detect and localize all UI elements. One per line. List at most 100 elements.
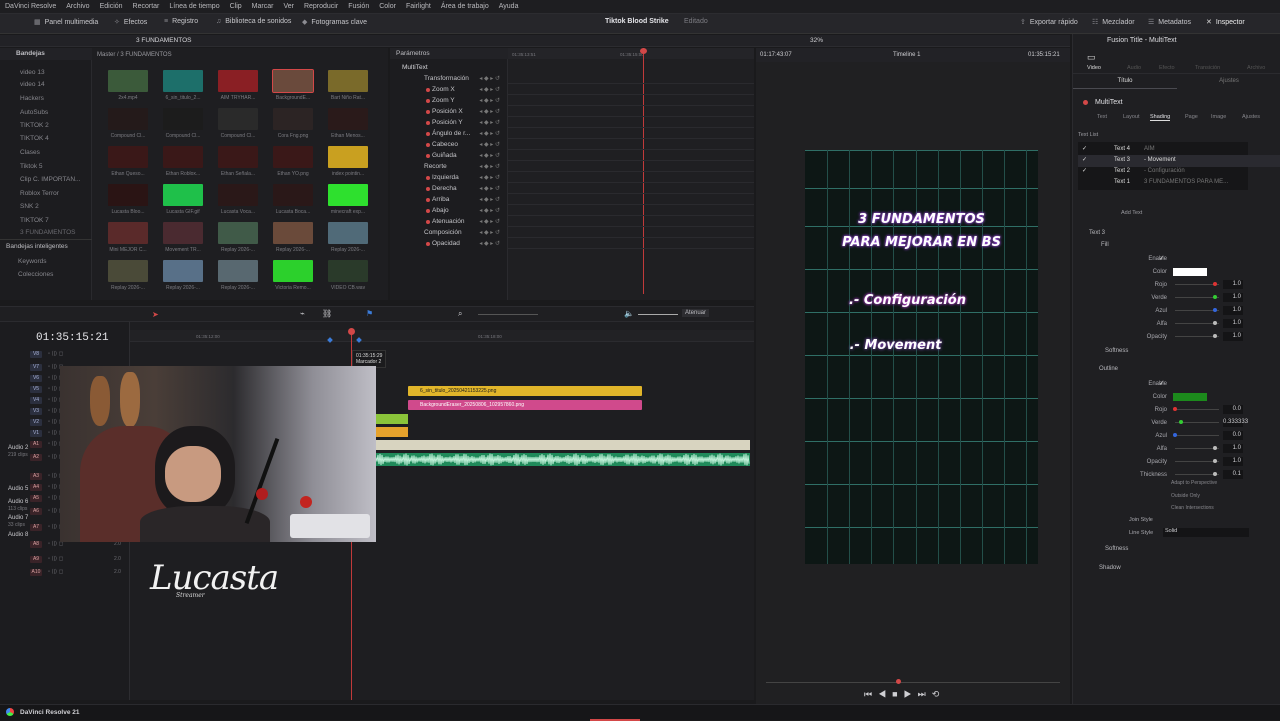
index-button[interactable]: ≡ Registro xyxy=(164,18,198,25)
scrubber-handle[interactable] xyxy=(896,679,901,684)
subtab-settings[interactable]: Ajustes xyxy=(1177,78,1280,89)
playhead-handle[interactable] xyxy=(640,48,647,54)
tab-page[interactable]: Page xyxy=(1185,114,1198,120)
param-keyframe-controls[interactable]: ◂ ◆ ▸ ↺ xyxy=(479,108,500,115)
slider-knob[interactable] xyxy=(1173,407,1177,411)
param-value[interactable]: 1.0 xyxy=(1223,280,1243,289)
param-slider[interactable] xyxy=(1175,409,1219,410)
track-controls[interactable]: ▫ ⟨|⟩ ◻ xyxy=(48,351,63,357)
menu-item[interactable]: Línea de tiempo xyxy=(164,3,224,10)
timeline-timecode[interactable]: 01:35:15:21 xyxy=(36,332,109,344)
smart-bin-item[interactable]: Colecciones xyxy=(18,271,53,278)
menu-item[interactable]: Recortar xyxy=(128,3,165,10)
param-row[interactable]: Cabeceo ◂ ◆ ▸ ↺ xyxy=(390,139,508,150)
media-thumbnail[interactable] xyxy=(218,70,258,92)
smart-bins-header[interactable]: Bandejas inteligentes xyxy=(6,243,68,250)
track-volume[interactable]: 2.0 xyxy=(114,569,121,575)
param-keyframe-controls[interactable]: ◂ ◆ ▸ ↺ xyxy=(479,97,500,104)
checkbox[interactable]: ✓ xyxy=(1159,255,1164,262)
menu-item[interactable]: Área de trabajo xyxy=(436,3,494,10)
track-header[interactable]: V8 ▫ ⟨|⟩ ◻ xyxy=(0,351,130,362)
stop-icon[interactable]: ■ xyxy=(892,689,903,699)
param-keyframe-dot[interactable] xyxy=(426,143,430,147)
param-value[interactable]: 1.0 xyxy=(1223,444,1243,453)
track-header[interactable]: A8 Audio 8 ▫ ⟨|⟩ ◻ 2.0 xyxy=(0,532,130,552)
param-keyframe-controls[interactable]: ◂ ◆ ▸ ↺ xyxy=(479,218,500,225)
param-row[interactable]: Transformación ◂ ◆ ▸ ↺ xyxy=(390,73,508,84)
param-value[interactable]: 1.0 xyxy=(1223,293,1243,302)
param-row[interactable]: Zoom Y ◂ ◆ ▸ ↺ xyxy=(390,95,508,106)
inspector-param-row[interactable]: Enable ✓ xyxy=(1073,254,1280,266)
tab-effect[interactable]: Efecto xyxy=(1159,65,1175,71)
tab-settings[interactable]: Ajustes xyxy=(1242,114,1260,120)
keyframes-button[interactable]: ◆ Fotogramas clave xyxy=(302,18,367,26)
fill-section[interactable]: Fill xyxy=(1101,242,1109,248)
media-thumbnail[interactable] xyxy=(328,70,368,92)
bin-item[interactable]: AutoSubs xyxy=(20,109,48,116)
param-row[interactable]: Derecha ◂ ◆ ▸ ↺ xyxy=(390,183,508,194)
media-thumbnail[interactable] xyxy=(163,108,203,130)
param-keyframe-dot[interactable] xyxy=(426,121,430,125)
track-id-badge[interactable]: A4 xyxy=(30,484,42,491)
video-tab-icon[interactable]: ▭ xyxy=(1087,52,1096,63)
check-icon[interactable]: ✓ xyxy=(1082,167,1087,174)
param-row[interactable]: Guiñada ◂ ◆ ▸ ↺ xyxy=(390,150,508,161)
tab-text[interactable]: Text xyxy=(1097,114,1107,120)
link-icon[interactable]: ⛓ xyxy=(322,309,332,318)
metadata-button[interactable]: ☰ Metadatos xyxy=(1148,18,1191,26)
param-keyframe-controls[interactable]: ◂ ◆ ▸ ↺ xyxy=(479,130,500,137)
slider-knob[interactable] xyxy=(1213,282,1217,286)
param-keyframe-dot[interactable] xyxy=(426,220,430,224)
check-icon[interactable]: ✓ xyxy=(1082,145,1087,152)
checkbox[interactable]: ✓ xyxy=(1159,380,1164,387)
param-keyframe-controls[interactable]: ◂ ◆ ▸ ↺ xyxy=(479,196,500,203)
media-thumbnail[interactable] xyxy=(218,260,258,282)
media-thumbnail[interactable] xyxy=(108,184,148,206)
bin-item[interactable]: TIKTOK 7 xyxy=(20,217,49,224)
param-row[interactable]: Atenuación ◂ ◆ ▸ ↺ xyxy=(390,216,508,227)
smart-bin-item[interactable]: Keywords xyxy=(18,258,47,265)
inspector-button[interactable]: ✕ Inspector xyxy=(1206,18,1245,26)
param-keyframe-controls[interactable]: ◂ ◆ ▸ ↺ xyxy=(479,229,500,236)
play-icon[interactable]: ▶ xyxy=(904,689,918,699)
inspector-param-row[interactable]: Rojo 1.0 xyxy=(1073,280,1280,292)
param-row[interactable]: Izquierda ◂ ◆ ▸ ↺ xyxy=(390,172,508,183)
media-thumbnail[interactable] xyxy=(328,222,368,244)
media-thumbnail[interactable] xyxy=(273,146,313,168)
param-value[interactable]: 0.333333 xyxy=(1223,418,1248,427)
viewer-scrubber[interactable] xyxy=(766,682,1060,683)
skip-back-icon[interactable]: ⏮ xyxy=(864,689,878,699)
color-swatch[interactable] xyxy=(1173,393,1207,401)
skip-forward-icon[interactable]: ⏭ xyxy=(918,689,932,699)
bin-item[interactable]: video 13 xyxy=(20,69,45,76)
play-reverse-icon[interactable]: ◀ xyxy=(878,689,892,699)
bin-item[interactable]: Roblox Terror xyxy=(20,190,59,197)
keyframe-editor[interactable]: 01:35:13:51 01:35:15:00 xyxy=(508,48,754,300)
timeline-playhead-handle[interactable] xyxy=(348,328,355,335)
media-thumbnail[interactable] xyxy=(218,222,258,244)
slider-knob[interactable] xyxy=(1213,459,1217,463)
menu-item[interactable]: Reproducir xyxy=(299,3,343,10)
param-row[interactable]: Recorte ◂ ◆ ▸ ↺ xyxy=(390,161,508,172)
zoom-slider[interactable] xyxy=(478,314,538,315)
media-thumbnail[interactable] xyxy=(272,69,314,93)
track-volume[interactable]: 2.0 xyxy=(114,556,121,562)
slider-knob[interactable] xyxy=(1213,321,1217,325)
track-header[interactable]: A10 ▫ ⟨|⟩ ◻ 2.0 xyxy=(0,569,130,580)
bin-item[interactable]: Clip C. IMPORTAN... xyxy=(20,176,80,183)
param-keyframe-dot[interactable] xyxy=(426,198,430,202)
bin-item[interactable]: TIKTOK 2 xyxy=(20,122,49,129)
slider-knob[interactable] xyxy=(1179,420,1183,424)
media-thumbnail[interactable] xyxy=(163,184,203,206)
media-thumbnail[interactable] xyxy=(163,222,203,244)
param-keyframe-controls[interactable]: ◂ ◆ ▸ ↺ xyxy=(479,86,500,93)
menu-item[interactable]: Fusión xyxy=(343,3,374,10)
param-keyframe-controls[interactable]: ◂ ◆ ▸ ↺ xyxy=(479,75,500,82)
zoom-icon[interactable]: ⌕ xyxy=(458,309,462,319)
param-value[interactable]: 0.0 xyxy=(1223,405,1243,414)
inspector-param-row[interactable]: Opacity 1.0 xyxy=(1073,332,1280,344)
bin-item[interactable]: Tiktok 5 xyxy=(20,163,43,170)
track-id-badge[interactable]: A3 xyxy=(30,473,42,480)
media-thumbnail[interactable] xyxy=(108,108,148,130)
timeline-selector[interactable]: Timeline 1 xyxy=(893,52,920,58)
